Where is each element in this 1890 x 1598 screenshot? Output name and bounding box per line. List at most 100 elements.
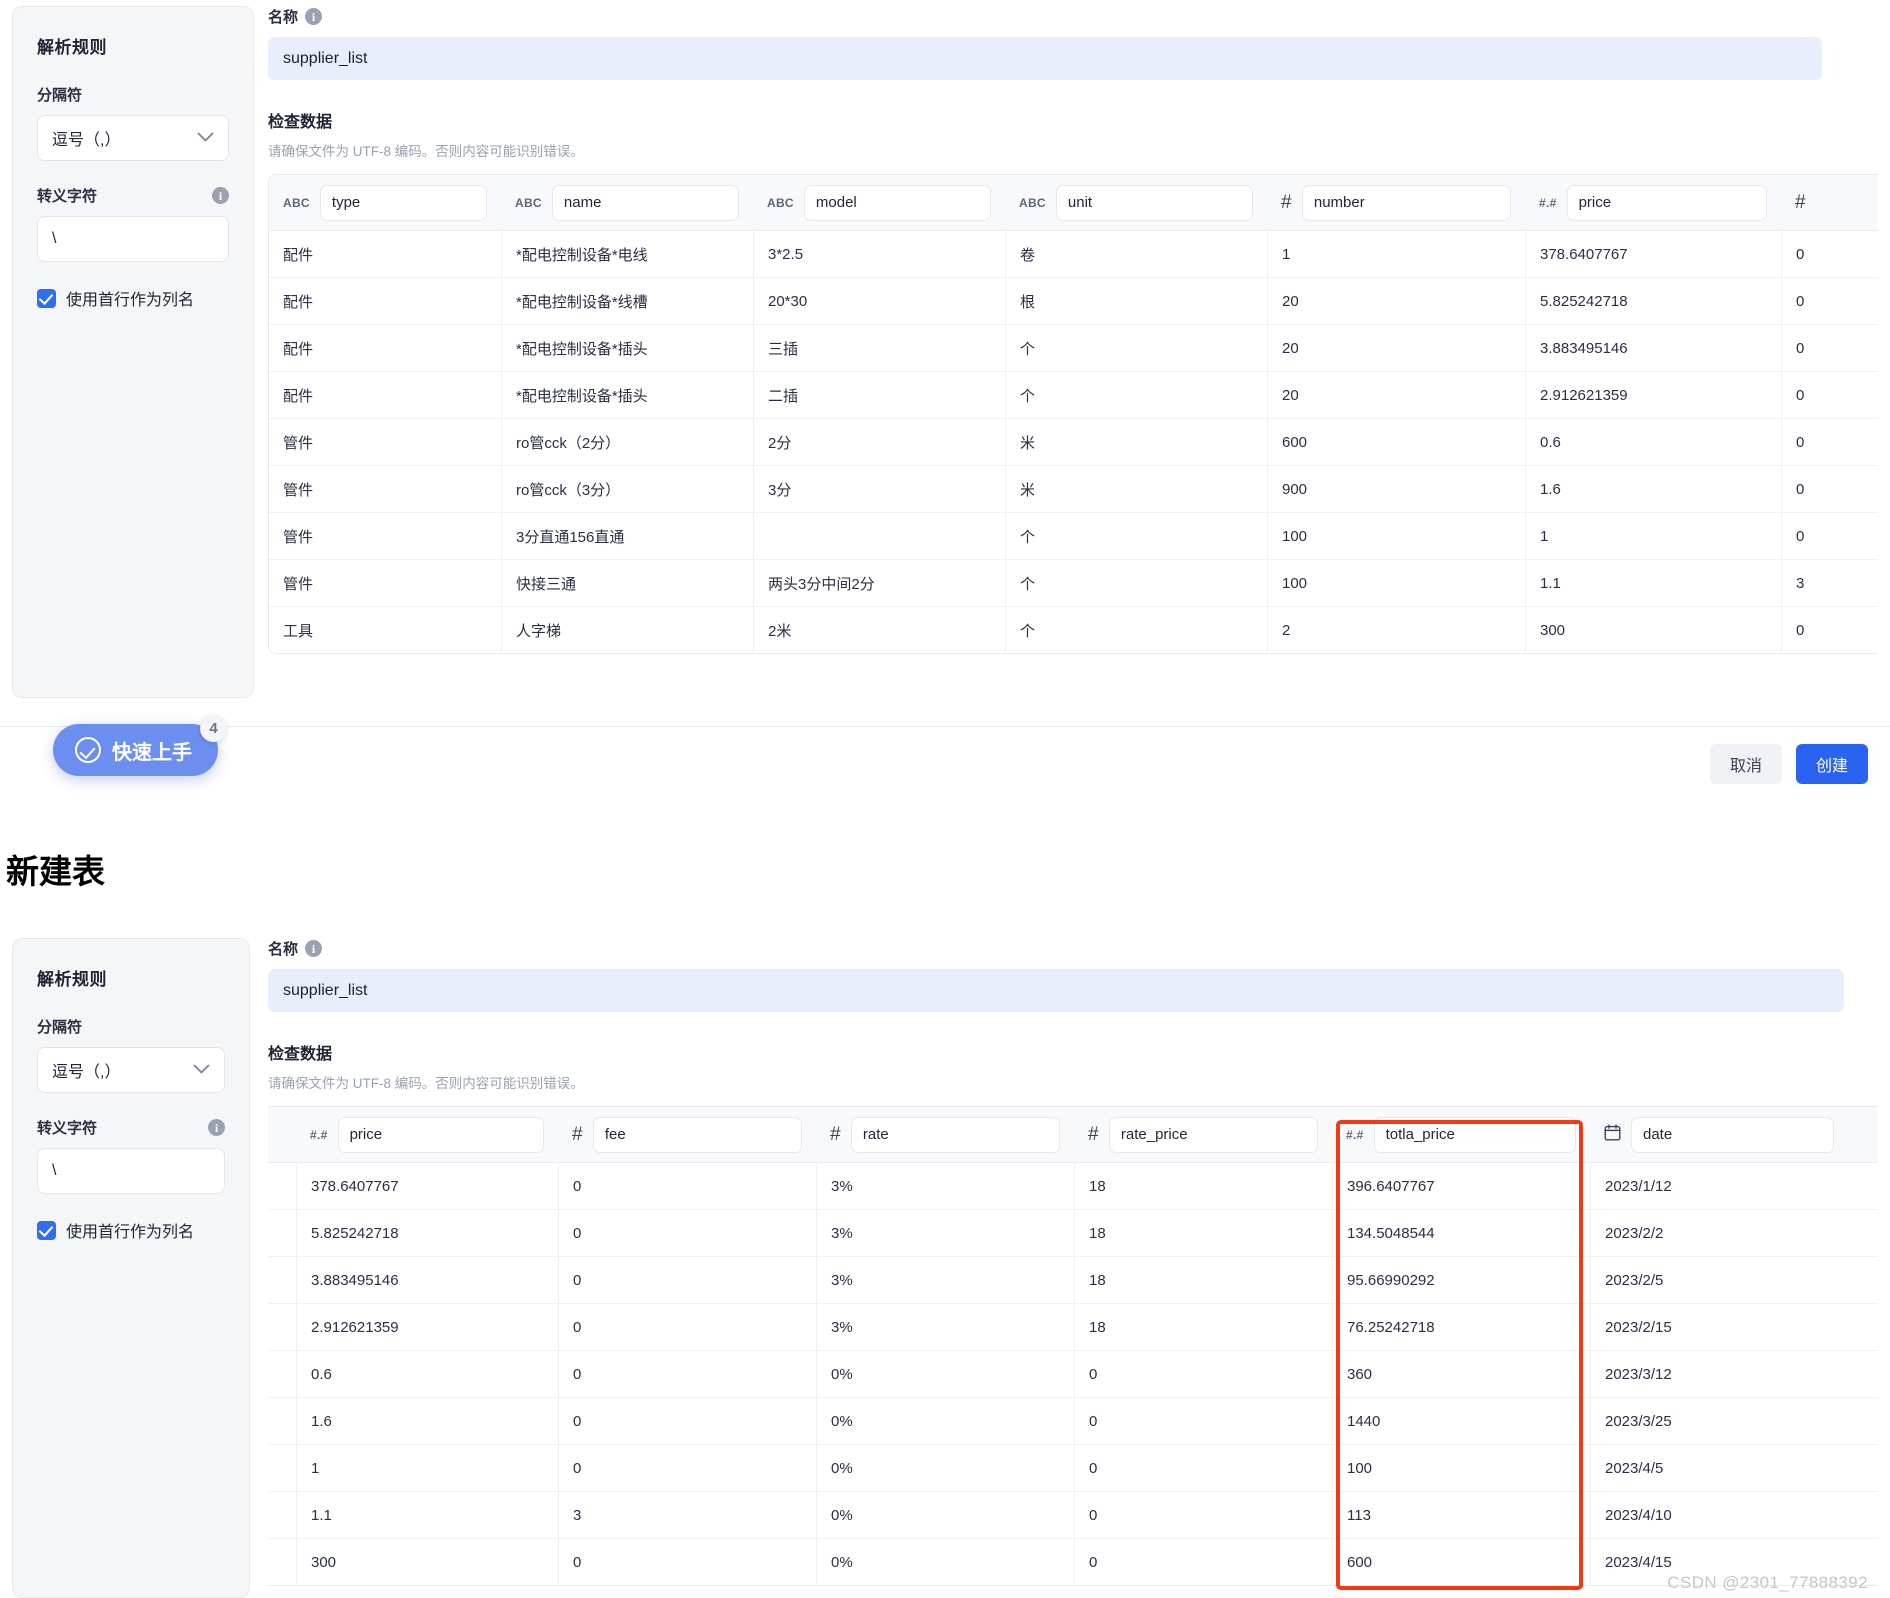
table-row: 300 0 0% 0 600 2023/4/15	[268, 1538, 1878, 1585]
table-cell: 2分	[753, 419, 1005, 465]
table-cell: 18	[1074, 1163, 1332, 1209]
column-name-input-model[interactable]: model	[803, 184, 991, 221]
info-icon[interactable]: i	[305, 940, 323, 957]
create-table-panel-top: 解析规则 分隔符 逗号（,） 转义字符 i \ 使用首行作为列名 名称 i su…	[0, 0, 1890, 800]
first-row-as-header-checkbox[interactable]	[37, 1220, 56, 1240]
create-button[interactable]: 创建	[1796, 743, 1868, 784]
table-name-value: supplier_list	[283, 49, 368, 67]
column-name-input-price[interactable]: price	[1566, 184, 1767, 221]
table-name-value: supplier_list	[283, 981, 368, 999]
quick-start-badge: 4	[200, 715, 227, 742]
table-cell: 5.825242718	[296, 1210, 558, 1256]
parse-rules-title: 解析规则	[37, 970, 107, 989]
table-body: 378.6407767 0 3% 18 396.6407767 2023/1/12 5.82…	[268, 1163, 1878, 1585]
column-name-input-unit[interactable]: unit	[1055, 184, 1253, 221]
table-cell	[268, 1445, 296, 1491]
table-cell: 0%	[816, 1492, 1074, 1538]
info-icon[interactable]: i	[212, 187, 229, 204]
check-data-hint: 请确保文件为 UTF-8 编码。否则内容可能识别错误。	[268, 1076, 584, 1091]
info-icon[interactable]: i	[208, 1119, 225, 1136]
table-cell: 个	[1005, 607, 1267, 653]
column-name-input-date[interactable]: date	[1631, 1116, 1834, 1153]
table-cell: 0	[558, 1351, 816, 1397]
table-name-input[interactable]: supplier_list	[268, 969, 1844, 1012]
table-cell: 二插	[753, 372, 1005, 418]
column-header-model: ABC model	[753, 175, 1005, 231]
table-cell: 113	[1332, 1492, 1590, 1538]
table-cell: *配电控制设备*插头	[501, 325, 753, 371]
number-type-icon: #	[1088, 1123, 1099, 1145]
table-cell: 2023/4/10	[1590, 1492, 1848, 1538]
column-name-input-rate_price[interactable]: rate_price	[1108, 1116, 1318, 1153]
column-name-input-type[interactable]: type	[319, 184, 487, 221]
table-cell: 1.1	[296, 1492, 558, 1538]
table-cell: ro管cck（3分）	[501, 466, 753, 512]
table-row: 配件 *配电控制设备*线槽 20*30 根 20 5.825242718 0	[269, 277, 1878, 324]
table-cell: 1.6	[1525, 466, 1781, 512]
table-cell: 396.6407767	[1332, 1163, 1590, 1209]
column-name-input-name[interactable]: name	[551, 184, 739, 221]
table-cell: 个	[1005, 560, 1267, 606]
first-row-as-header-checkbox[interactable]	[37, 288, 56, 308]
quick-start-label: 快速上手	[112, 741, 192, 764]
table-cell: 2.912621359	[1525, 372, 1781, 418]
table-row: 管件 3分直通156直通 个 100 1 0	[269, 512, 1878, 559]
column-name-input-rate[interactable]: rate	[850, 1116, 1060, 1153]
first-row-as-header-row[interactable]: 使用首行作为列名	[37, 286, 229, 310]
table-row: 配件 *配电控制设备*插头 二插个 20 2.912621359 0	[269, 371, 1878, 418]
quick-start-button[interactable]: 快速上手 4	[53, 715, 227, 776]
text-type-icon: ABC	[515, 195, 542, 210]
table-body: 配件 *配电控制设备*电线 3*2.5 卷 1 378.6407767 0 配件 *配电控制设备…	[269, 231, 1878, 653]
table-cell: 0%	[816, 1539, 1074, 1585]
table-name-input[interactable]: supplier_list	[268, 37, 1822, 80]
delimiter-select[interactable]: 逗号（,）	[37, 1047, 225, 1093]
table-cell: 3.883495146	[1525, 325, 1781, 371]
table-row: 5.825242718 0 3% 18 134.5048544 2023/2/2	[268, 1209, 1878, 1256]
escape-char-input[interactable]: \	[37, 216, 229, 262]
table-cell: 1	[1267, 231, 1525, 277]
column-header-blank-6: #	[1781, 175, 1861, 231]
table-cell: 3%	[816, 1210, 1074, 1256]
table-cell: ro管cck（2分）	[501, 419, 753, 465]
table-cell: 2米	[753, 607, 1005, 653]
table-cell: 18	[1074, 1257, 1332, 1303]
escape-char-value: \	[52, 230, 57, 247]
table-cell	[268, 1304, 296, 1350]
table-cell: 2	[1267, 607, 1525, 653]
table-cell: 0	[1074, 1539, 1332, 1585]
table-cell: 管件	[283, 575, 314, 593]
table-cell	[268, 1163, 296, 1209]
table-cell: *配电控制设备*电线	[501, 231, 753, 277]
table-cell: 个	[1005, 513, 1267, 559]
column-name-input-price[interactable]: price	[337, 1116, 544, 1153]
chevron-down-icon	[193, 1063, 210, 1078]
name-label-text: 名称	[268, 9, 299, 26]
delimiter-select[interactable]: 逗号（,）	[37, 115, 229, 161]
column-name-input-totla_price[interactable]: totla_price	[1373, 1116, 1576, 1153]
first-row-as-header-row[interactable]: 使用首行作为列名	[37, 1218, 225, 1242]
table-row: 配件 *配电控制设备*电线 3*2.5 卷 1 378.6407767 0	[269, 231, 1878, 277]
column-name-input-number[interactable]: number	[1301, 184, 1511, 221]
column-name-input-fee[interactable]: fee	[592, 1116, 802, 1153]
info-icon[interactable]: i	[305, 8, 323, 25]
decimal-type-icon: #.#	[310, 1127, 328, 1142]
table-row: 1.1 3 0% 0 113 2023/4/10	[268, 1491, 1878, 1538]
table-row: 配件 *配电控制设备*插头 三插个 20 3.883495146 0	[269, 324, 1878, 371]
table-cell: 2023/4/5	[1590, 1445, 1848, 1491]
table-cell: 0%	[816, 1445, 1074, 1491]
table-cell: 0	[1781, 278, 1861, 324]
table-cell: 3	[558, 1492, 816, 1538]
cancel-button[interactable]: 取消	[1710, 743, 1782, 784]
table-cell: 100	[1267, 560, 1525, 606]
table-cell: *配电控制设备*插头	[501, 372, 753, 418]
table-cell: 3分直通156直通	[501, 513, 753, 559]
csdn-watermark: CSDN @2301_77888392	[1667, 1573, 1868, 1592]
table-cell: 134.5048544	[1332, 1210, 1590, 1256]
table-cell: 1.1	[1525, 560, 1781, 606]
calendar-icon	[1604, 1124, 1621, 1146]
table-row: 管件 ro管cck（2分） 2分米 600 0.6 0	[269, 418, 1878, 465]
escape-char-input[interactable]: \	[37, 1148, 225, 1194]
text-type-icon: ABC	[283, 195, 310, 210]
table-cell: 18	[1074, 1210, 1332, 1256]
table-setup-content-bottom: 名称 i supplier_list 检查数据 请确保文件为 UTF-8 编码。…	[268, 938, 1878, 1586]
